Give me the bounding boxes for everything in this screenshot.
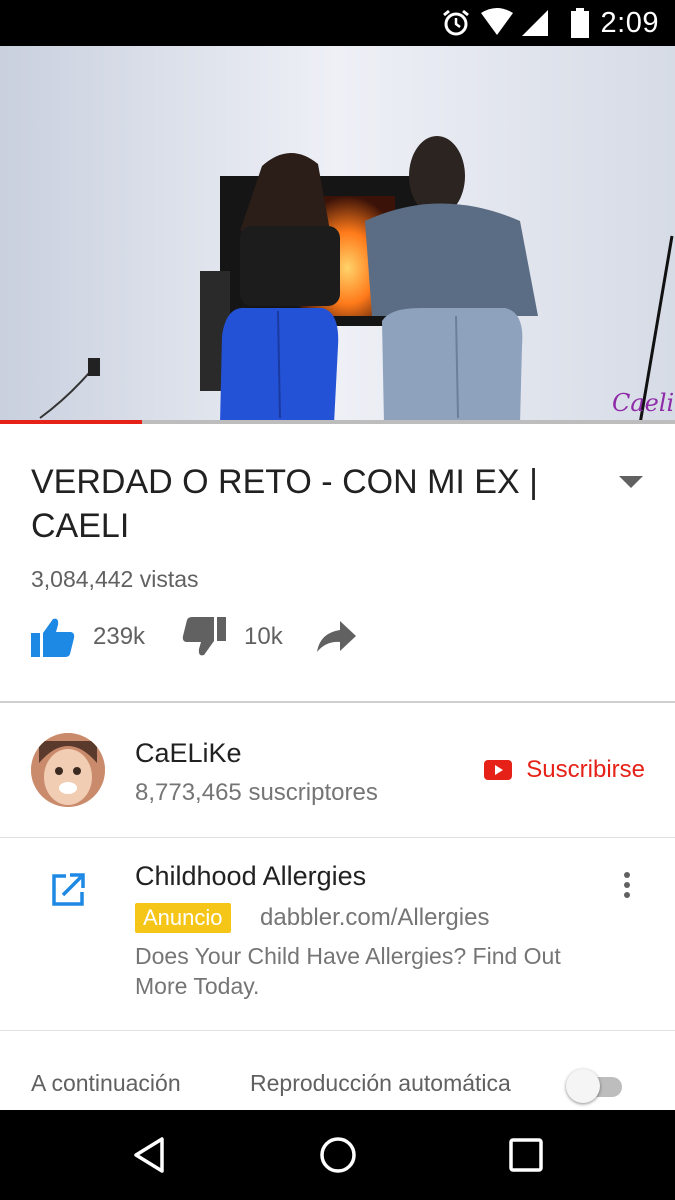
more-options-icon[interactable]: [616, 870, 638, 900]
ad-url[interactable]: dabbler.com/Allergies: [260, 903, 489, 933]
status-bar: 2:09: [0, 0, 675, 46]
video-actions: 239k 10k: [31, 613, 431, 663]
android-nav-bar: [0, 1110, 675, 1200]
thumbs-up-icon: [31, 618, 75, 657]
share-button[interactable]: [316, 613, 356, 661]
signal-icon: [522, 10, 548, 36]
subscribe-label: Suscribirse: [526, 756, 645, 783]
section-divider: [0, 837, 675, 838]
channel-name[interactable]: CaELiKe: [135, 738, 242, 769]
section-divider: [0, 1030, 675, 1031]
recents-icon[interactable]: [506, 1135, 546, 1175]
video-progress-fill: [0, 420, 142, 424]
autoplay-toggle-thumb: [566, 1069, 600, 1103]
thumbs-down-icon: [182, 617, 226, 656]
ad-title[interactable]: Childhood Allergies: [135, 861, 366, 892]
ad-badge: Anuncio: [135, 903, 231, 933]
battery-icon: [571, 8, 589, 38]
back-icon[interactable]: [130, 1135, 170, 1175]
subscribe-button[interactable]: Suscribirse: [484, 756, 645, 784]
video-watermark: Caeli: [612, 389, 674, 417]
share-arrow-icon: [317, 621, 356, 652]
video-player[interactable]: Caeli: [0, 46, 675, 424]
external-link-icon[interactable]: [50, 872, 86, 908]
video-title: VERDAD O RETO - CON MI EX | CAELI: [31, 463, 538, 545]
ad-description: Does Your Child Have Allergies? Find Out…: [135, 943, 561, 999]
dislike-button[interactable]: 10k: [182, 613, 283, 661]
status-time: 2:09: [600, 7, 659, 39]
section-divider: [0, 701, 675, 703]
video-frame: Caeli: [0, 46, 675, 424]
youtube-play-icon: [484, 760, 513, 780]
like-button[interactable]: 239k: [31, 613, 145, 661]
autoplay-label: Reproducción automática: [250, 1070, 511, 1096]
view-count: 3,084,442 vistas: [31, 566, 199, 592]
subscriber-count: 8,773,465 suscriptores: [135, 779, 378, 806]
home-icon[interactable]: [318, 1135, 358, 1175]
wifi-icon: [481, 8, 513, 35]
channel-avatar[interactable]: [31, 733, 105, 807]
expand-description-icon[interactable]: [619, 476, 643, 488]
video-progress-bar[interactable]: [0, 420, 675, 424]
dislike-count: 10k: [244, 623, 283, 650]
like-count: 239k: [93, 623, 146, 650]
avatar-image: [31, 733, 105, 807]
up-next-label: A continuación: [31, 1070, 181, 1096]
autoplay-toggle[interactable]: [566, 1068, 624, 1104]
alarm-icon: [443, 9, 469, 36]
